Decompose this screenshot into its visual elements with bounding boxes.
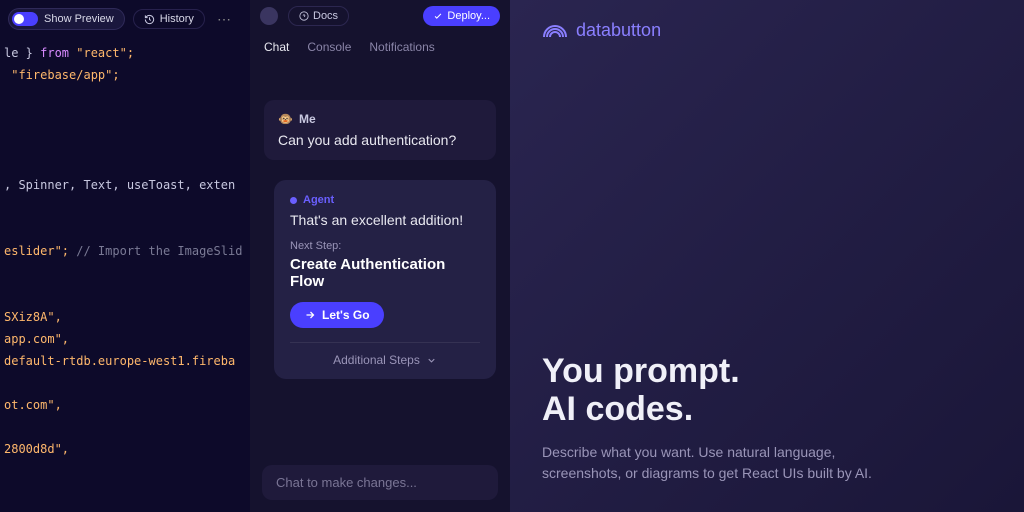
tab-console[interactable]: Console bbox=[307, 40, 351, 54]
docs-button[interactable]: Docs bbox=[288, 6, 349, 26]
docs-icon bbox=[299, 11, 309, 21]
chat-tabs: Chat Console Notifications bbox=[250, 32, 510, 64]
chat-header: Docs Deploy... bbox=[250, 0, 510, 32]
code-editor-panel: Show Preview History ⋯ le } from "react"… bbox=[0, 0, 250, 512]
agent-message: Agent That's an excellent addition! Next… bbox=[274, 180, 496, 379]
show-preview-toggle[interactable]: Show Preview bbox=[8, 8, 125, 30]
chat-panel: Docs Deploy... Chat Console Notification… bbox=[250, 0, 510, 512]
brand-name: databutton bbox=[576, 20, 661, 41]
avatar bbox=[260, 7, 278, 25]
chat-body: 🐵 Me Can you add authentication? Agent T… bbox=[250, 64, 510, 453]
toggle-switch-icon bbox=[12, 12, 38, 26]
history-icon bbox=[144, 14, 155, 25]
lets-go-label: Let's Go bbox=[322, 308, 370, 322]
history-button[interactable]: History bbox=[133, 9, 205, 29]
hero-subtitle: Describe what you want. Use natural lang… bbox=[542, 442, 882, 484]
user-avatar-icon: 🐵 bbox=[278, 112, 293, 126]
code-toolbar: Show Preview History ⋯ bbox=[0, 8, 250, 42]
marketing-panel: databutton You prompt. AI codes. Describ… bbox=[510, 0, 1024, 512]
docs-label: Docs bbox=[313, 10, 338, 22]
additional-steps-toggle[interactable]: Additional Steps bbox=[290, 353, 480, 367]
tab-chat[interactable]: Chat bbox=[264, 40, 289, 54]
hero-title: You prompt. AI codes. bbox=[542, 352, 996, 428]
divider bbox=[290, 342, 480, 343]
arrow-right-icon bbox=[304, 309, 316, 321]
lets-go-button[interactable]: Let's Go bbox=[290, 302, 384, 328]
next-step-title: Create Authentication Flow bbox=[290, 256, 480, 290]
agent-label-text: Agent bbox=[303, 194, 334, 206]
more-menu-button[interactable]: ⋯ bbox=[213, 11, 235, 28]
agent-reply-text: That's an excellent addition! bbox=[290, 212, 480, 228]
brand: databutton bbox=[542, 20, 996, 41]
hero: You prompt. AI codes. Describe what you … bbox=[542, 352, 996, 484]
hero-line-2: AI codes. bbox=[542, 390, 996, 428]
code-content[interactable]: le } from "react"; "firebase/app"; , Spi… bbox=[0, 42, 250, 512]
chat-input-placeholder: Chat to make changes... bbox=[276, 475, 417, 490]
show-preview-label: Show Preview bbox=[44, 13, 114, 25]
tab-notifications[interactable]: Notifications bbox=[369, 40, 434, 54]
additional-steps-label: Additional Steps bbox=[333, 353, 420, 367]
deploy-button[interactable]: Deploy... bbox=[423, 6, 500, 26]
hero-line-1: You prompt. bbox=[542, 352, 996, 390]
rainbow-icon bbox=[542, 23, 568, 39]
deploy-label: Deploy... bbox=[447, 10, 490, 22]
user-name: Me bbox=[299, 112, 316, 126]
user-message: 🐵 Me Can you add authentication? bbox=[264, 100, 496, 160]
deploy-icon bbox=[433, 11, 443, 21]
user-message-header: 🐵 Me bbox=[278, 112, 482, 126]
history-label: History bbox=[160, 13, 194, 25]
next-step-label: Next Step: bbox=[290, 240, 480, 252]
agent-dot-icon bbox=[290, 197, 297, 204]
user-message-text: Can you add authentication? bbox=[278, 132, 482, 148]
chat-input[interactable]: Chat to make changes... bbox=[262, 465, 498, 500]
agent-label: Agent bbox=[290, 194, 480, 206]
chevron-down-icon bbox=[426, 355, 437, 366]
